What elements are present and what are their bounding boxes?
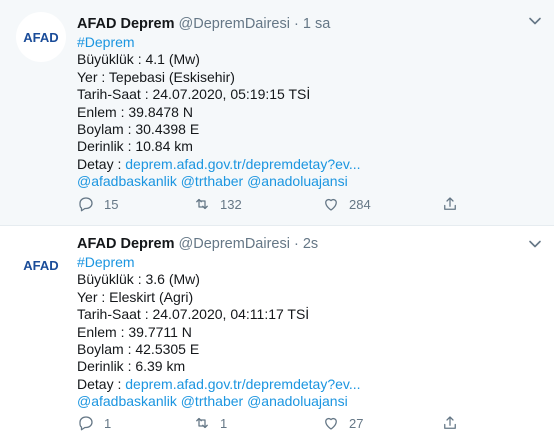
author-handle[interactable]: @DepremDairesi [179, 16, 290, 32]
hashtag-link[interactable]: #Deprem [77, 34, 135, 50]
like-button[interactable]: 284 [322, 195, 371, 213]
like-icon [325, 198, 337, 211]
like-button[interactable]: 27 [322, 414, 363, 432]
tweet-content: AFAD Deprem @DepremDairesi · 2s #Deprem … [77, 234, 544, 411]
like-count: 27 [349, 415, 364, 431]
magnitude-text: Büyüklük : 4.1 (Mw) [77, 51, 200, 68]
share-icon [444, 416, 456, 429]
tweet-time[interactable]: 2s [303, 236, 318, 252]
reply-button[interactable]: 15 [77, 195, 118, 213]
separator-dot: · [293, 16, 299, 32]
detail-label: Detay : [77, 375, 126, 392]
datetime-text: Tarih-Saat : 24.07.2020, 05:19:15 TSİ [77, 86, 311, 103]
avatar[interactable]: AFAD [16, 240, 66, 290]
mention-link[interactable]: @anadoluajansi [247, 173, 348, 189]
afad-logo: AFAD [23, 257, 59, 273]
reply-icon [79, 416, 93, 431]
tweet-card[interactable]: AFAD AFAD Deprem @DepremDairesi · 1 sa #… [0, 0, 554, 226]
reply-count: 15 [104, 196, 119, 212]
longitude-text: Boylam : 42.5305 E [77, 340, 200, 357]
separator-dot: · [293, 236, 299, 252]
mention-link[interactable]: @trthaber [181, 173, 243, 189]
mention-link[interactable]: @afadbaskanlik [77, 173, 177, 189]
detail-label: Detay : [77, 155, 126, 172]
tweet-time[interactable]: 1 sa [303, 16, 330, 32]
latitude-text: Enlem : 39.8478 N [77, 103, 193, 120]
avatar[interactable]: AFAD [16, 12, 66, 62]
author-handle[interactable]: @DepremDairesi [179, 236, 290, 252]
retweet-icon [196, 417, 208, 429]
tweet-card[interactable]: AFAD AFAD Deprem @DepremDairesi · 2s #De… [0, 227, 554, 445]
place-text: Yer : Tepebasi (Eskisehir) [77, 68, 235, 85]
mention-link[interactable]: @trthaber [181, 393, 243, 409]
place-text: Yer : Eleskirt (Agri) [77, 288, 194, 305]
detail-link[interactable]: deprem.afad.gov.tr/depremdetay?ev... [125, 156, 360, 172]
share-button[interactable] [441, 195, 459, 213]
tweet-header: AFAD Deprem @DepremDairesi · 2s [77, 234, 544, 254]
detail-link[interactable]: deprem.afad.gov.tr/depremdetay?ev... [125, 376, 360, 392]
tweet-content: AFAD Deprem @DepremDairesi · 1 sa #Depre… [77, 14, 544, 191]
retweet-button[interactable]: 1 [193, 414, 227, 432]
reply-icon [79, 197, 93, 212]
reply-count: 1 [104, 415, 112, 431]
tweet-header: AFAD Deprem @DepremDairesi · 1 sa [77, 14, 544, 34]
share-icon [444, 197, 456, 210]
retweet-count: 1 [220, 415, 228, 431]
hashtag-link[interactable]: #Deprem [77, 254, 135, 270]
datetime-text: Tarih-Saat : 24.07.2020, 04:11:17 TSİ [77, 306, 310, 323]
like-icon [325, 417, 337, 430]
author-name[interactable]: AFAD Deprem [77, 236, 175, 252]
mention-link[interactable]: @anadoluajansi [247, 393, 348, 409]
retweet-button[interactable]: 132 [193, 195, 242, 213]
share-button[interactable] [441, 414, 459, 432]
afad-logo: AFAD [23, 29, 59, 45]
depth-text: Derinlik : 10.84 km [77, 138, 193, 155]
reply-button[interactable]: 1 [77, 414, 111, 432]
latitude-text: Enlem : 39.7711 N [77, 323, 192, 340]
magnitude-text: Büyüklük : 3.6 (Mw) [77, 271, 200, 288]
like-count: 284 [349, 196, 371, 212]
retweet-count: 132 [220, 196, 242, 212]
retweet-icon [196, 198, 208, 210]
author-name[interactable]: AFAD Deprem [77, 16, 175, 32]
depth-text: Derinlik : 6.39 km [77, 358, 186, 375]
mention-link[interactable]: @afadbaskanlik [77, 393, 177, 409]
longitude-text: Boylam : 30.4398 E [77, 120, 200, 137]
